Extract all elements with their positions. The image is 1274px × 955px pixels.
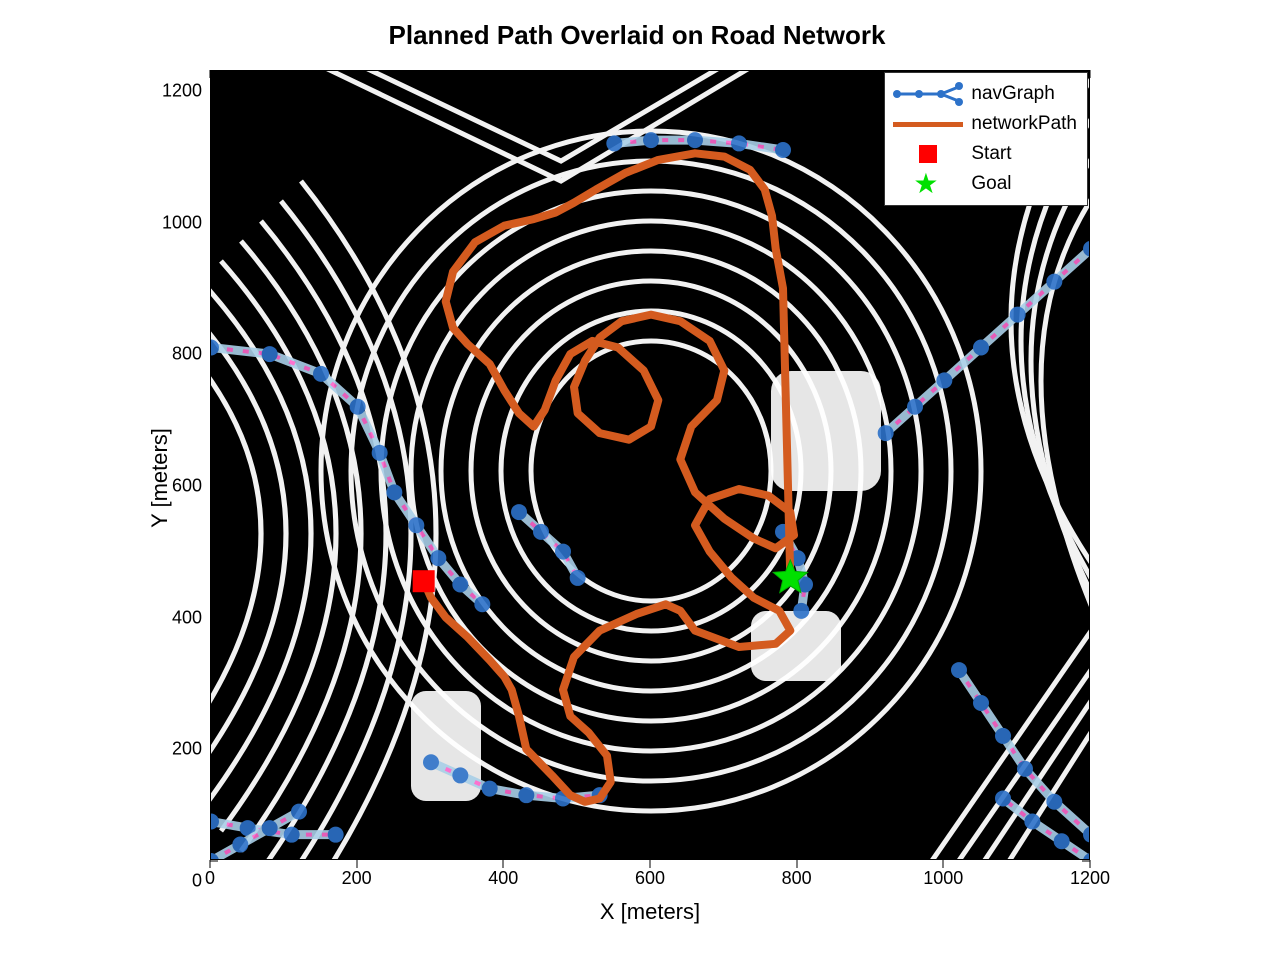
tick-mark <box>503 860 504 868</box>
legend-item-navgraph: navGraph <box>893 79 1077 109</box>
tick-mark <box>796 860 797 868</box>
y-tick-label: 1000 <box>162 212 202 233</box>
x-tick-label: 400 <box>488 868 518 889</box>
navgraph-icon <box>893 82 963 106</box>
legend-item-start: Start <box>893 139 1077 169</box>
start-marker <box>413 570 435 592</box>
x-tick-label: 600 <box>635 868 665 889</box>
y-axis-label: Y [meters] <box>147 428 173 528</box>
x-tick-label: 1000 <box>923 868 963 889</box>
legend-item-networkpath: networkPath <box>893 109 1077 139</box>
x-tick-label: 200 <box>342 868 372 889</box>
tick-mark <box>356 860 357 868</box>
y-tick-label: 200 <box>172 739 202 760</box>
figure: Planned Path Overlaid on Road Network Y … <box>0 0 1274 955</box>
y-tick-label: 800 <box>172 344 202 365</box>
x-tick-label: 800 <box>782 868 812 889</box>
x-axis-label: X [meters] <box>210 899 1090 925</box>
start-icon <box>893 142 963 166</box>
goal-icon: ★ <box>893 172 963 196</box>
legend-label: networkPath <box>971 113 1077 135</box>
x-tick-label: 0 <box>205 868 215 889</box>
legend-item-goal: ★ Goal <box>893 169 1077 199</box>
y-tick-label: 400 <box>172 607 202 628</box>
y-tick-label: 600 <box>172 476 202 497</box>
y-tick-label: 0 <box>192 871 202 892</box>
networkpath-icon <box>893 112 963 136</box>
tick-mark <box>210 861 218 862</box>
tick-mark <box>943 860 944 868</box>
legend-label: Goal <box>971 173 1011 195</box>
tick-mark <box>1082 861 1090 862</box>
x-tick-label: 1200 <box>1070 868 1110 889</box>
y-tick-label: 1200 <box>162 81 202 102</box>
tick-mark <box>650 860 651 868</box>
legend-label: navGraph <box>971 83 1054 105</box>
chart-title: Planned Path Overlaid on Road Network <box>0 20 1274 51</box>
legend: navGraph networkPath Start ★ Goal <box>884 72 1088 206</box>
legend-label: Start <box>971 143 1011 165</box>
